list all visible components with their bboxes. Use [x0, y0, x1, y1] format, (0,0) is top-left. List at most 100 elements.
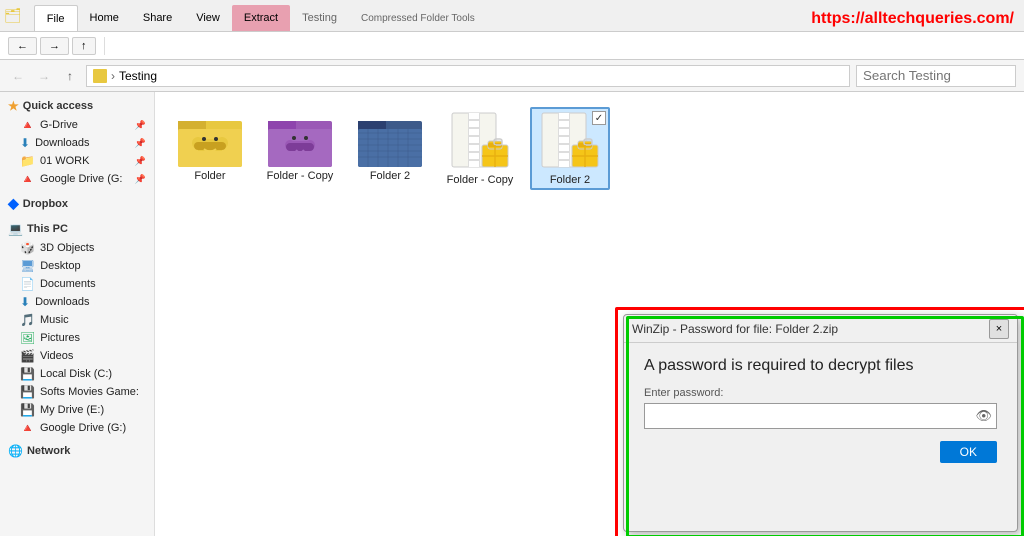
dialog-close-button[interactable]: × [989, 319, 1009, 339]
folder-purple-icon [268, 111, 332, 167]
videos-label: Videos [40, 350, 73, 362]
sidebar-quick-access: ★ Quick access 🔺 G-Drive 📌 ⬇ Downloads 📌… [0, 96, 154, 188]
file-item-folder-copy1[interactable]: Folder - Copy [260, 107, 340, 190]
file-item-zip-selected[interactable]: ✓ [530, 107, 610, 190]
ribbon-tabs: File Home Share View Extract Testing Com… [26, 0, 487, 31]
gdrive-g-icon: 🔺 [20, 421, 35, 435]
tab-compressed-folder-tools[interactable]: Compressed Folder Tools [349, 5, 487, 31]
downloads2-label: Downloads [35, 296, 89, 308]
sidebar-item-videos[interactable]: 🎬 Videos [0, 347, 154, 365]
video-icon: 🎬 [20, 349, 35, 363]
sidebar-item-gdrive-g[interactable]: 🔺 Google Drive (G:) [0, 419, 154, 437]
dialog-buttons: OK [644, 441, 997, 463]
thispc-label: This PC [27, 223, 68, 235]
sidebar-item-downloads[interactable]: ⬇ Downloads 📌 [0, 134, 154, 152]
pics-icon: 🖼 [20, 331, 35, 345]
file-label-folder2: Folder 2 [370, 170, 410, 182]
breadcrumb-folder-icon [93, 69, 107, 83]
tab-file[interactable]: File [34, 5, 78, 31]
dialog-message: A password is required to decrypt files [644, 357, 997, 375]
sidebar-item-softs[interactable]: 💾 Softs Movies Game: [0, 383, 154, 401]
sidebar-item-3d[interactable]: 🎲 3D Objects [0, 239, 154, 257]
work-label: 01 WORK [40, 155, 90, 167]
desktop-icon: 🖥 [20, 259, 35, 273]
dialog-content: A password is required to decrypt files … [624, 343, 1017, 473]
folder-yellow-icon [178, 111, 242, 167]
network-label: Network [27, 445, 70, 457]
dialog-title: WinZip - Password for file: Folder 2.zip [632, 322, 989, 336]
tab-home-label: Home [90, 12, 119, 24]
sidebar-item-desktop[interactable]: 🖥 Desktop [0, 257, 154, 275]
eye-icon[interactable]: 👁 [975, 408, 992, 424]
ribbon-forward-btn[interactable]: → [40, 37, 69, 55]
tab-extract[interactable]: Extract [232, 5, 290, 31]
sidebar-quick-access-header[interactable]: ★ Quick access [0, 96, 154, 116]
content-area: Folder Fo [155, 92, 1024, 536]
file-item-zip-copy[interactable]: Folder - Copy [440, 107, 520, 190]
gdrive2-label: Google Drive (G: [40, 173, 123, 185]
breadcrumb: › Testing [86, 65, 850, 87]
gdrive2-icon: 🔺 [20, 172, 35, 186]
winzip-dialog: WinZip - Password for file: Folder 2.zip… [623, 314, 1018, 532]
tab-view[interactable]: View [184, 5, 232, 31]
folder-icon: 📁 [20, 154, 35, 168]
tab-home[interactable]: Home [78, 5, 131, 31]
files-grid: Folder Fo [165, 102, 1014, 195]
sidebar-item-local-c[interactable]: 💾 Local Disk (C:) [0, 365, 154, 383]
tab-view-label: View [196, 12, 220, 24]
softs-icon: 💾 [20, 385, 35, 399]
main-layout: ★ Quick access 🔺 G-Drive 📌 ⬇ Downloads 📌… [0, 92, 1024, 536]
tab-extract-label: Extract [244, 12, 278, 24]
pin-icon-3: 📌 [135, 156, 146, 167]
gdrive-label: G-Drive [40, 119, 78, 131]
watermark-text: https://alltechqueries.com/ [811, 10, 1014, 27]
watermark: https://alltechqueries.com/ [811, 10, 1014, 28]
nav-up[interactable]: ↑ [60, 66, 80, 86]
file-label-zip-copy: Folder - Copy [447, 174, 514, 186]
ribbon-up-btn[interactable]: ↑ [72, 37, 96, 55]
sidebar-item-documents[interactable]: 📄 Documents [0, 275, 154, 293]
file-item-folder[interactable]: Folder [170, 107, 250, 190]
sidebar-network-header[interactable]: 🌐 Network [0, 441, 154, 461]
sidebar-item-work[interactable]: 📁 01 WORK 📌 [0, 152, 154, 170]
title-bar-left: 🗂 [0, 0, 26, 31]
tab-testing[interactable]: Testing [290, 5, 349, 31]
sidebar-item-downloads2[interactable]: ⬇ Downloads [0, 293, 154, 311]
mydrive-label: My Drive (E:) [40, 404, 104, 416]
dropbox-label: Dropbox [23, 198, 68, 210]
sidebar-dropbox-header[interactable]: ◆ Dropbox [0, 192, 154, 215]
docs-icon: 📄 [20, 277, 35, 291]
tab-file-label: File [47, 13, 65, 25]
sidebar-item-pictures[interactable]: 🖼 Pictures [0, 329, 154, 347]
sidebar-item-mydrive-e[interactable]: 💾 My Drive (E:) [0, 401, 154, 419]
sidebar-item-music[interactable]: 🎵 Music [0, 311, 154, 329]
search-input[interactable] [856, 65, 1016, 87]
address-bar: ← → ↑ › Testing [0, 60, 1024, 92]
sidebar-item-gdrive2[interactable]: 🔺 Google Drive (G: 📌 [0, 170, 154, 188]
ok-label: OK [960, 445, 977, 459]
password-label: Enter password: [644, 387, 997, 399]
ribbon-group-nav: ← → ↑ [8, 37, 105, 55]
ok-button[interactable]: OK [940, 441, 997, 463]
music-icon: 🎵 [20, 313, 35, 327]
sidebar-item-gdrive[interactable]: 🔺 G-Drive 📌 [0, 116, 154, 134]
file-item-folder2[interactable]: Folder 2 [350, 107, 430, 190]
pin-icon: 📌 [135, 120, 146, 131]
3d-label: 3D Objects [40, 242, 94, 254]
softs-label: Softs Movies Game: [40, 386, 139, 398]
tab-share[interactable]: Share [131, 5, 184, 31]
mydrive-icon: 💾 [20, 403, 35, 417]
desktop-label: Desktop [40, 260, 80, 272]
password-input[interactable] [649, 409, 975, 423]
sidebar-dropbox: ◆ Dropbox [0, 192, 154, 215]
nav-back[interactable]: ← [8, 66, 28, 86]
3d-icon: 🎲 [20, 241, 35, 255]
sidebar-network: 🌐 Network [0, 441, 154, 461]
zip-copy-icon [448, 111, 512, 171]
nav-forward[interactable]: → [34, 66, 54, 86]
title-bar: 🗂 File Home Share View Extract Testing C… [0, 0, 1024, 32]
sidebar-thispc-header[interactable]: 💻 This PC [0, 219, 154, 239]
ribbon-back-btn[interactable]: ← [8, 37, 37, 55]
network-icon: 🌐 [8, 444, 23, 458]
sidebar: ★ Quick access 🔺 G-Drive 📌 ⬇ Downloads 📌… [0, 92, 155, 536]
